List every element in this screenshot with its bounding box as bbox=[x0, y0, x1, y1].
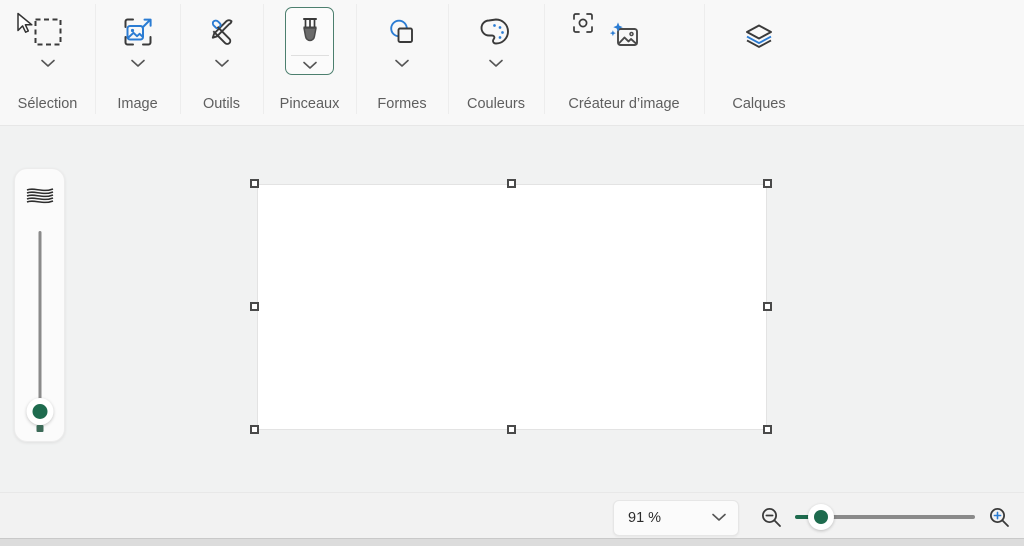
chevron-down-icon[interactable] bbox=[712, 509, 726, 527]
shapes-icon bbox=[384, 14, 420, 50]
colors-button[interactable] bbox=[469, 7, 523, 75]
zoom-level-dropdown[interactable]: 91 % bbox=[613, 500, 739, 536]
layers-icon bbox=[741, 18, 777, 54]
shapes-button[interactable] bbox=[375, 7, 429, 75]
chevron-down-icon[interactable] bbox=[484, 55, 508, 71]
zoom-slider[interactable] bbox=[795, 504, 975, 530]
image-creator-button[interactable] bbox=[597, 11, 651, 58]
toolbar-group-colors: Couleurs bbox=[448, 0, 544, 126]
paintbrush-icon bbox=[292, 13, 328, 49]
brush-stroke-preview-icon bbox=[15, 181, 64, 211]
canvas-workspace[interactable] bbox=[0, 126, 1024, 492]
image-button[interactable] bbox=[111, 7, 165, 75]
toolbar-group-image: Image bbox=[95, 0, 180, 126]
selection-handle-bottom-right[interactable] bbox=[763, 425, 772, 434]
brush-size-slider-track[interactable] bbox=[38, 231, 41, 421]
color-palette-icon bbox=[478, 14, 514, 50]
chevron-down-icon[interactable] bbox=[390, 55, 414, 71]
drawing-canvas[interactable] bbox=[257, 184, 767, 430]
chevron-down-icon[interactable] bbox=[36, 55, 60, 71]
toolbar-label-layers: Calques bbox=[732, 96, 786, 112]
brush-size-slider-tick bbox=[36, 425, 43, 432]
brush-size-slider-thumb[interactable] bbox=[26, 398, 53, 425]
zoom-slider-track[interactable] bbox=[825, 515, 975, 519]
zoom-slider-thumb[interactable] bbox=[808, 504, 834, 530]
chevron-down-icon[interactable] bbox=[210, 55, 234, 71]
pointer-cursor-icon[interactable] bbox=[10, 8, 40, 38]
toolbar-label-shapes: Formes bbox=[377, 96, 427, 112]
toolbar-group-layers: Calques bbox=[704, 0, 814, 126]
zoom-level-value: 91 % bbox=[628, 510, 662, 526]
selection-handle-top-left[interactable] bbox=[250, 179, 259, 188]
toolbar-label-image: Image bbox=[117, 96, 158, 112]
image-resize-icon bbox=[120, 14, 156, 50]
toolbar-label-image-creator: Créateur d’image bbox=[568, 96, 680, 112]
selection-handle-middle-left[interactable] bbox=[250, 302, 259, 311]
layers-button[interactable] bbox=[732, 11, 786, 58]
selection-handle-middle-right[interactable] bbox=[763, 302, 772, 311]
toolbar-label-selection: Sélection bbox=[17, 96, 78, 112]
paint-app-window: Sélection Image Outils Pinceaux Formes C… bbox=[0, 0, 1024, 546]
tools-button[interactable] bbox=[195, 7, 249, 75]
zoom-out-icon[interactable] bbox=[757, 503, 785, 531]
toolbar-label-tools: Outils bbox=[202, 96, 241, 112]
toolbar-label-brushes: Pinceaux bbox=[279, 96, 340, 112]
selection-handle-bottom-center[interactable] bbox=[507, 425, 516, 434]
toolbar-label-colors: Couleurs bbox=[466, 96, 526, 112]
selection-handle-top-right[interactable] bbox=[763, 179, 772, 188]
toolbar-group-brushes: Pinceaux bbox=[263, 0, 356, 126]
image-sparkle-icon bbox=[606, 18, 642, 54]
toolbar-group-shapes: Formes bbox=[356, 0, 448, 126]
zoom-in-icon[interactable] bbox=[985, 503, 1013, 531]
chevron-down-icon[interactable] bbox=[290, 55, 329, 71]
brush-size-panel bbox=[14, 168, 65, 442]
main-toolbar: Sélection Image Outils Pinceaux Formes C… bbox=[0, 0, 1024, 126]
brushes-button[interactable] bbox=[285, 7, 334, 75]
toolbar-group-tools: Outils bbox=[180, 0, 263, 126]
eyedropper-pencil-icon bbox=[204, 14, 240, 50]
fit-to-window-icon[interactable] bbox=[568, 8, 598, 38]
chevron-down-icon[interactable] bbox=[126, 55, 150, 71]
selection-handle-bottom-left[interactable] bbox=[250, 425, 259, 434]
window-bottom-edge bbox=[0, 538, 1024, 546]
selection-handle-top-center[interactable] bbox=[507, 179, 516, 188]
